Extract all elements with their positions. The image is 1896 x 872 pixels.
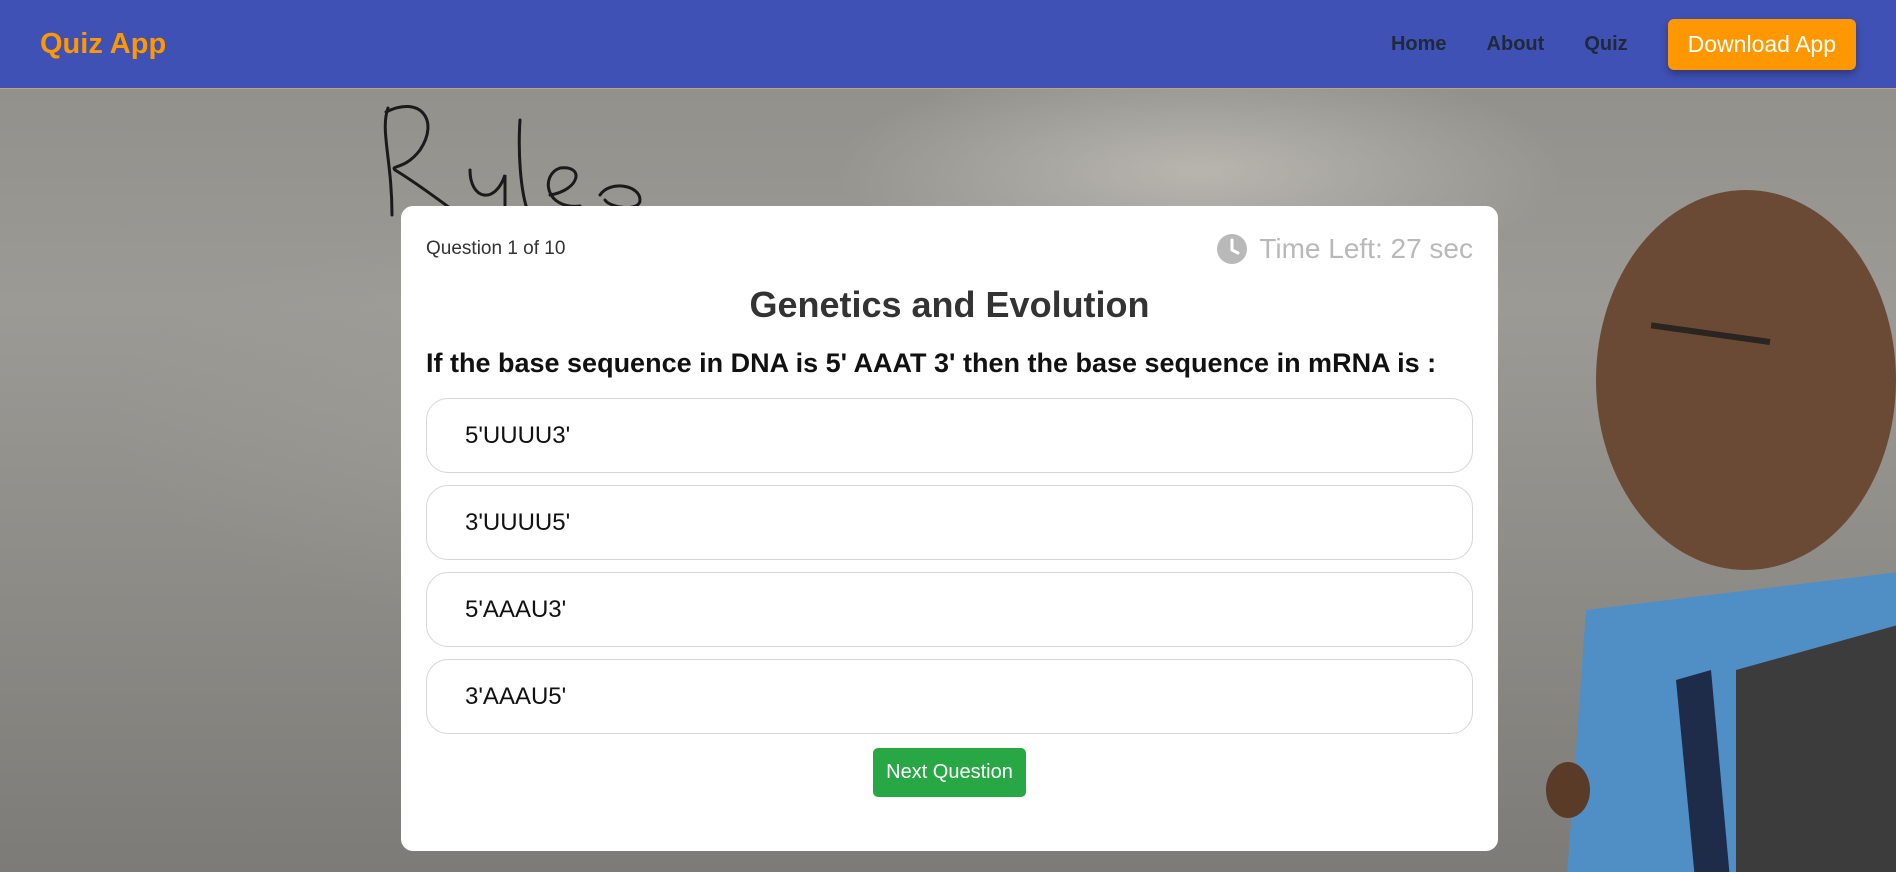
navbar: Quiz App Home About Quiz Download App (0, 0, 1896, 89)
next-button-wrapper: Next Question (426, 748, 1473, 797)
answer-option-4[interactable]: 3'AAAU5' (426, 659, 1473, 734)
download-app-button[interactable]: Download App (1667, 18, 1856, 70)
quiz-topic-title: Genetics and Evolution (749, 284, 1150, 325)
quiz-card: Question 1 of 10 Time Left: 27 sec Genet… (401, 206, 1498, 851)
clock-icon (1217, 234, 1248, 264)
timer-text: Time Left: 27 sec (1259, 233, 1473, 264)
question-text: If the base sequence in DNA is 5' AAAT 3… (426, 348, 1437, 378)
nav-link-home[interactable]: Home (1391, 33, 1447, 56)
quiz-card-header: Question 1 of 10 Time Left: 27 sec (426, 232, 1473, 266)
brand-logo[interactable]: Quiz App (40, 28, 166, 61)
answer-option-1[interactable]: 5'UUUU3' (426, 398, 1473, 473)
next-question-button[interactable]: Next Question (873, 748, 1026, 797)
nav-links: Home About Quiz Download App (1391, 18, 1856, 70)
quiz-page: Quiz App Home About Quiz Download App Qu… (0, 0, 1896, 872)
question-counter: Question 1 of 10 (426, 238, 566, 259)
nav-link-quiz[interactable]: Quiz (1584, 33, 1627, 56)
teacher-figure (1546, 190, 1896, 872)
answer-options: 5'UUUU3' 3'UUUU5' 5'AAAU3' 3'AAAU5' (426, 398, 1473, 734)
nav-link-about[interactable]: About (1487, 33, 1545, 56)
answer-option-2[interactable]: 3'UUUU5' (426, 485, 1473, 560)
answer-option-3[interactable]: 5'AAAU3' (426, 572, 1473, 647)
timer: Time Left: 27 sec (1217, 233, 1473, 265)
